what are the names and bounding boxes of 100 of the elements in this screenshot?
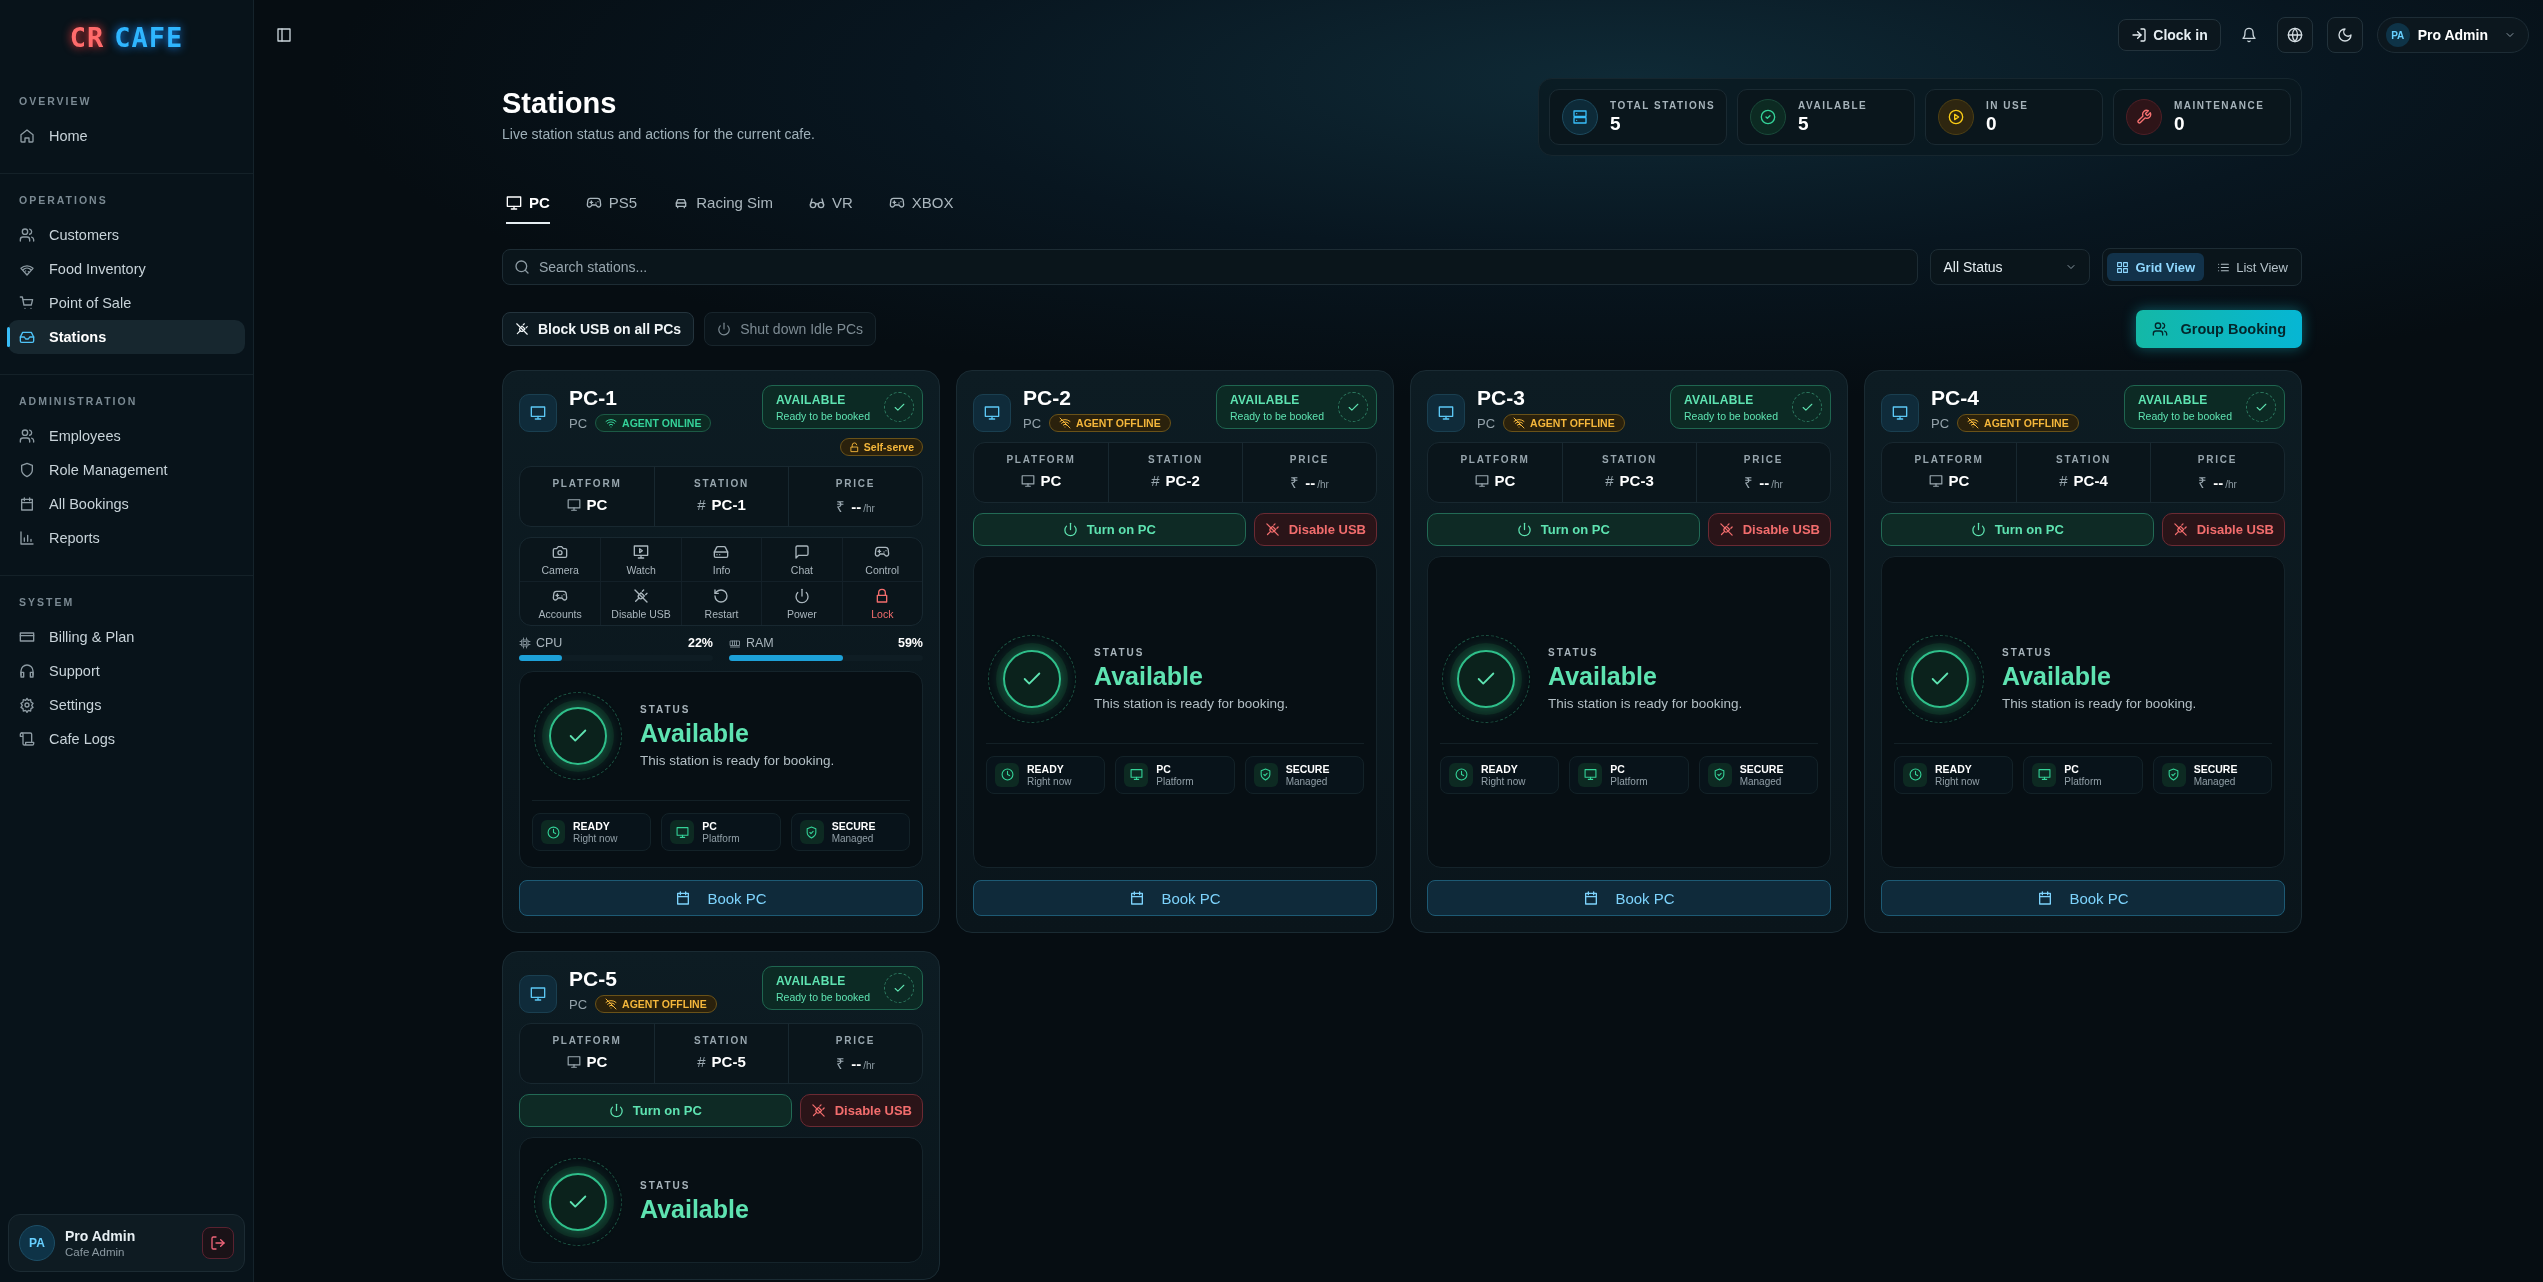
nav-item[interactable]: All Bookings	[8, 487, 245, 521]
status-label: STATUS	[640, 1180, 692, 1191]
book-button[interactable]: Book PC	[519, 880, 923, 916]
plug-off-icon	[515, 322, 529, 336]
station-name: PC-3	[1477, 386, 1526, 410]
nav-item[interactable]: Cafe Logs	[8, 722, 245, 756]
nav-item[interactable]: Point of Sale	[8, 286, 245, 320]
clock-icon	[1908, 768, 1922, 781]
spec-label: STATION	[693, 1035, 750, 1046]
users-icon	[19, 227, 35, 243]
action-button[interactable]: Info	[680, 538, 762, 581]
screen-play-icon	[633, 544, 650, 560]
nav-item[interactable]: Support	[8, 654, 245, 688]
tab[interactable]: PS5	[585, 194, 638, 224]
plug-off-icon	[2172, 522, 2188, 537]
spec-value: PC	[1948, 472, 1970, 489]
spec-symbol: ₹	[2198, 473, 2208, 492]
nav-item[interactable]: Billing & Plan	[8, 620, 245, 654]
power-icon	[793, 588, 810, 604]
logout-button[interactable]	[202, 1227, 234, 1259]
spec-value: PC-2	[1165, 472, 1200, 489]
nav-item[interactable]: Settings	[8, 688, 245, 722]
spec-label: PRICE	[834, 478, 877, 489]
disable-usb-button[interactable]: Disable USB	[2161, 513, 2285, 546]
language-button[interactable]	[2276, 17, 2313, 53]
status-label: STATUS	[2002, 646, 2054, 658]
view-button[interactable]: Grid View	[2107, 253, 2205, 281]
book-button[interactable]: Book PC	[1881, 880, 2285, 916]
theme-toggle-button[interactable]	[2326, 17, 2363, 53]
monitor-icon	[566, 1054, 581, 1069]
tab[interactable]: VR	[808, 194, 853, 224]
clock-in-button[interactable]: Clock in	[2118, 19, 2221, 51]
agent-badge: AGENT OFFLINE	[1957, 414, 2079, 432]
nav-item[interactable]: Home	[8, 119, 245, 153]
group-booking-button[interactable]: Group Booking	[2136, 310, 2302, 348]
action-button[interactable]: Camera	[520, 538, 601, 581]
book-button[interactable]: Book PC	[1427, 880, 1831, 916]
camera-icon	[552, 544, 569, 560]
disable-usb-button[interactable]: Disable USB	[1253, 513, 1377, 546]
scroll-icon	[19, 731, 35, 747]
clock-icon	[546, 825, 560, 839]
status-title: Available	[1094, 661, 1204, 691]
power-icon	[608, 1103, 624, 1118]
disable-usb-button[interactable]: Disable USB	[799, 1094, 923, 1127]
nav-item[interactable]: Stations	[8, 320, 245, 354]
shield-check-icon	[1259, 768, 1273, 781]
spec-value: --	[1305, 474, 1316, 491]
disable-usb-button[interactable]: Disable USB	[1707, 513, 1831, 546]
tab[interactable]: Racing Sim	[673, 194, 773, 224]
action-button[interactable]: Watch	[600, 538, 681, 581]
tab[interactable]: XBOX	[888, 194, 954, 224]
action-button[interactable]: Restart	[680, 581, 762, 625]
action-button[interactable]: Power	[761, 581, 842, 625]
nav-item[interactable]: Employees	[8, 419, 245, 453]
power-on-button[interactable]: Turn on PC	[519, 1094, 792, 1127]
view-button[interactable]: List View	[2208, 253, 2297, 281]
user-menu[interactable]: PA Pro Admin	[2376, 17, 2529, 53]
spec-label: PLATFORM	[551, 1035, 623, 1046]
self-serve-badge: Self-serve	[839, 438, 923, 456]
nav-item[interactable]: Reports	[8, 521, 245, 555]
power-on-button[interactable]: Turn on PC	[1427, 513, 1700, 546]
page-title: Stations	[502, 87, 618, 120]
spec-unit: /hr	[1317, 479, 1329, 490]
stat-label: IN USE	[1986, 99, 2029, 111]
wifi-off-icon	[605, 998, 618, 1010]
spec-symbol: #	[697, 1053, 706, 1070]
wifi-off-icon	[1967, 417, 1980, 429]
calendar-icon	[2037, 890, 2054, 906]
monitor-icon	[1928, 473, 1943, 488]
power-on-button[interactable]: Turn on PC	[1881, 513, 2154, 546]
tab[interactable]: PC	[506, 194, 550, 224]
power-on-button[interactable]: Turn on PC	[973, 513, 1246, 546]
station-name: PC-5	[569, 967, 618, 991]
globe-icon	[2286, 27, 2303, 43]
plug-off-icon	[1718, 522, 1734, 537]
status-dropdown[interactable]: All Status	[1930, 249, 2091, 285]
monitor-icon	[1129, 768, 1143, 781]
section-heading: OPERATIONS	[18, 193, 109, 208]
action-button[interactable]: Disable USB	[600, 581, 681, 625]
action-button[interactable]: Chat	[761, 538, 842, 581]
spec-label: STATION	[1601, 454, 1658, 465]
action-button[interactable]: Lock	[841, 581, 922, 625]
info-chip: SECURE Managed	[790, 813, 910, 851]
calendar-icon	[675, 890, 692, 906]
search-field[interactable]: Search stations...	[502, 249, 1919, 285]
nav-item[interactable]: Role Management	[8, 453, 245, 487]
nav-item[interactable]: Food Inventory	[8, 252, 245, 286]
spec-symbol: #	[1605, 472, 1614, 489]
monitor-icon	[506, 194, 522, 211]
book-button[interactable]: Book PC	[973, 880, 1377, 916]
station-name: PC-1	[569, 386, 618, 410]
spec-label: PRICE	[834, 1035, 877, 1046]
status-label: STATUS	[1548, 646, 1600, 658]
action-button[interactable]: Accounts	[520, 581, 601, 625]
action-button[interactable]: Control	[841, 538, 922, 581]
bulk-action-button[interactable]: Block USB on all PCs	[502, 312, 695, 346]
bell-icon	[2240, 27, 2257, 43]
info-chip: SECURE Managed	[1698, 755, 1818, 794]
status-description: This station is ready for booking.	[640, 753, 835, 768]
nav-item[interactable]: Customers	[8, 218, 245, 252]
